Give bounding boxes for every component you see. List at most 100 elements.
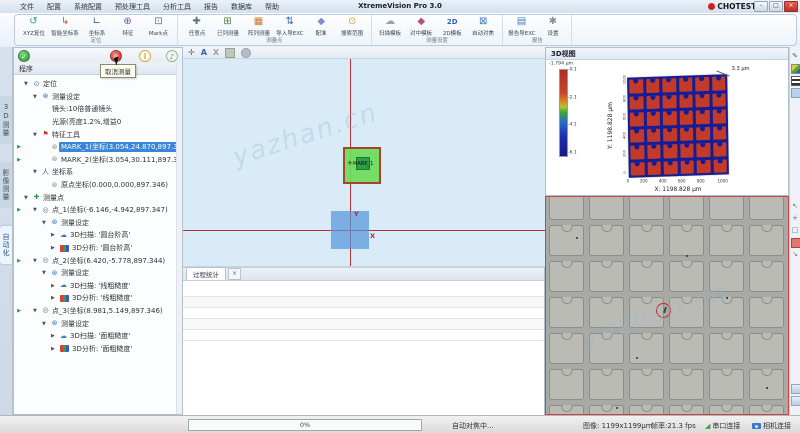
image-button[interactable] <box>791 384 800 393</box>
menu-item[interactable]: 预处理工具 <box>115 2 150 12</box>
expand-arrow-icon[interactable]: ▶ <box>51 232 59 238</box>
side-tab-自动化[interactable]: 自动化 <box>0 226 12 264</box>
tree-scrollbar[interactable] <box>176 63 182 414</box>
qr-code-button[interactable] <box>791 76 800 85</box>
expand-arrow-icon[interactable]: ▶ <box>51 346 59 352</box>
ribbon-button[interactable]: ⊞已列测量 <box>212 16 243 37</box>
tree-item[interactable]: 镜头:10倍普通镜头 <box>14 103 182 116</box>
ribbon-buttons: ☁扫描模板◆对中模板2D2D模板⊠自动对焦 <box>375 16 499 37</box>
tree-item[interactable]: ▶☁3D扫描: '面粗糙度' <box>14 330 182 343</box>
layer-button[interactable] <box>791 88 800 97</box>
tree-item[interactable]: ▼⊛测量设定 <box>14 267 182 280</box>
label-a-icon[interactable]: A <box>201 48 207 58</box>
expand-arrow-icon[interactable]: ▼ <box>33 94 41 100</box>
expand-arrow-icon[interactable]: ▶ <box>51 333 59 339</box>
ribbon-button[interactable]: ⇅导入导EXC <box>274 16 306 37</box>
pause-button[interactable]: ‖ <box>139 50 151 62</box>
image2-button[interactable] <box>791 396 800 405</box>
tree-item[interactable]: ▶▼◎点_1(坐标(-6.146,-4.942,897.347) <box>14 204 182 217</box>
tree-item[interactable]: ▶3D分析: '面粗糙度' <box>14 342 182 355</box>
tree-item[interactable]: ▶☁3D扫描: '线粗糙度' <box>14 280 182 293</box>
expand-arrow-icon[interactable]: ▼ <box>42 270 50 276</box>
tree-item[interactable]: ▶⊛MARK_2(坐标(3.054,30.111,897.339) <box>14 154 182 167</box>
tree-item[interactable]: 光源(亮度1.2%,增益0 <box>14 116 182 129</box>
minimize-button[interactable]: – <box>754 1 768 12</box>
tree-item[interactable]: ⊛原点坐标(0.000,0.000,897.346) <box>14 179 182 192</box>
menu-item[interactable]: 系统配置 <box>74 2 102 12</box>
expand-arrow-icon[interactable]: ▼ <box>42 220 50 226</box>
view3d-body[interactable]: -1.794 μm -0.1-2.1-4.1-6.1 Y: 1198.828 μ… <box>546 60 788 195</box>
pan-arrow-button[interactable]: ↖ <box>791 202 800 211</box>
ribbon-button[interactable]: ☁扫描模板 <box>375 16 406 37</box>
ribbon-button[interactable]: ⊡Mark点 <box>143 16 174 37</box>
expand-arrow-icon[interactable]: ▶ <box>51 295 59 301</box>
menu-item[interactable]: 文件 <box>20 2 34 12</box>
plus-button[interactable]: + <box>791 214 800 223</box>
pan-icon[interactable]: ✛ <box>188 48 195 58</box>
ribbon-button[interactable]: ⊠自动对焦 <box>468 16 499 37</box>
menu-item[interactable]: 报告 <box>204 2 218 12</box>
expand-arrow-icon[interactable]: ▼ <box>33 207 41 213</box>
ribbon-button[interactable]: ↳智能坐标系 <box>49 16 81 37</box>
measurement-canvas[interactable]: + MARK_1 Y X <box>183 59 545 266</box>
expand-arrow-icon[interactable]: ▼ <box>33 169 41 175</box>
ribbon-button[interactable]: ◆对中模板 <box>406 16 437 37</box>
expand-arrow-icon[interactable]: ▼ <box>33 308 41 314</box>
tree-item[interactable]: ▼⊛测量设定 <box>14 317 182 330</box>
tree-item[interactable]: ▼⊛测量设定 <box>14 91 182 104</box>
measure-region-square[interactable] <box>331 211 369 249</box>
ribbon-button[interactable]: ⊙搜索范围 <box>337 16 368 37</box>
red-rect-button[interactable] <box>791 238 800 247</box>
ribbon-button[interactable]: ✱设置 <box>537 16 568 37</box>
expand-arrow-icon[interactable]: ▼ <box>33 258 41 264</box>
tree-item[interactable]: ▶▼◎点_3(坐标(8.981,5.149,897.346) <box>14 305 182 318</box>
ribbon-button[interactable]: ▤报告导EXC <box>506 16 538 37</box>
tree-item[interactable]: ▶☁3D扫描: '圆台阶高' <box>14 229 182 242</box>
ribbon-button[interactable]: 2D2D模板 <box>437 16 468 37</box>
tree-item[interactable]: ▼⊛测量设定 <box>14 217 182 230</box>
maximize-button[interactable]: □ <box>769 1 783 12</box>
side-tab-3D测量[interactable]: 3D测量 <box>0 96 12 144</box>
ribbon-button[interactable]: ∟坐标系 <box>81 16 112 37</box>
expand-arrow-icon[interactable]: ▶ <box>51 283 59 289</box>
resize-button[interactable]: ↘ <box>791 250 800 259</box>
tree-item[interactable]: ▼⊙定位 <box>14 78 182 91</box>
expand-arrow-icon[interactable]: ▼ <box>42 321 50 327</box>
tree-item[interactable]: ▶3D分析: '线粗糙度' <box>14 292 182 305</box>
sound-button[interactable]: ♪ <box>166 50 178 62</box>
menu-item[interactable]: 帮助 <box>265 2 279 12</box>
close-button[interactable]: × <box>784 1 798 12</box>
menu-item[interactable]: 分析工具 <box>163 2 191 12</box>
tree-item[interactable]: ▶▼◎点_2(坐标(6.420,-5.778,897.344) <box>14 254 182 267</box>
tree-item[interactable]: ▼✚测量点 <box>14 191 182 204</box>
run-button[interactable]: ✓ <box>18 50 30 62</box>
square-tool-icon[interactable] <box>225 48 235 58</box>
tree-item[interactable]: ▶⊛MARK_1(坐标(3.054,24.870,897.332) <box>14 141 182 154</box>
side-tab-影像测量[interactable]: 影像测量 <box>0 162 12 208</box>
tree-item[interactable]: ▼⚑特征工具 <box>14 128 182 141</box>
expand-arrow-icon[interactable]: ▼ <box>33 132 41 138</box>
delete-x-icon[interactable]: X <box>213 48 219 58</box>
ribbon-button[interactable]: ↺XYZ复位 <box>18 16 49 37</box>
ribbon-button[interactable]: ◆配准 <box>306 16 337 37</box>
circle-tool-icon[interactable] <box>241 48 251 58</box>
expand-arrow-icon[interactable]: ▼ <box>24 195 32 201</box>
mark-square[interactable]: + MARK_1 <box>343 147 381 184</box>
ribbon-button[interactable]: ✚任意点 <box>181 16 212 37</box>
menu-item[interactable]: 配置 <box>47 2 61 12</box>
ribbon-button[interactable]: ▦阵列测量 <box>243 16 274 37</box>
color-map-button[interactable] <box>791 64 800 73</box>
tree-item[interactable]: ▼人坐标系 <box>14 166 182 179</box>
close-icon[interactable]: × <box>228 268 241 280</box>
crop-button[interactable]: □ <box>791 226 800 235</box>
tab-process-stats[interactable]: 过程统计 <box>186 267 226 280</box>
cell-notch <box>651 128 656 132</box>
expand-arrow-icon[interactable]: ▶ <box>51 245 59 251</box>
tree-item[interactable]: ▶3D分析: '圆台阶高' <box>14 242 182 255</box>
surface-plot[interactable] <box>627 74 729 177</box>
camera-view[interactable] <box>545 196 789 415</box>
menu-item[interactable]: 数据库 <box>231 2 252 12</box>
expand-arrow-icon[interactable]: ▼ <box>24 81 32 87</box>
ribbon-button[interactable]: ⊕特征 <box>112 16 143 37</box>
measure-line-button[interactable]: ✎ <box>791 52 800 61</box>
